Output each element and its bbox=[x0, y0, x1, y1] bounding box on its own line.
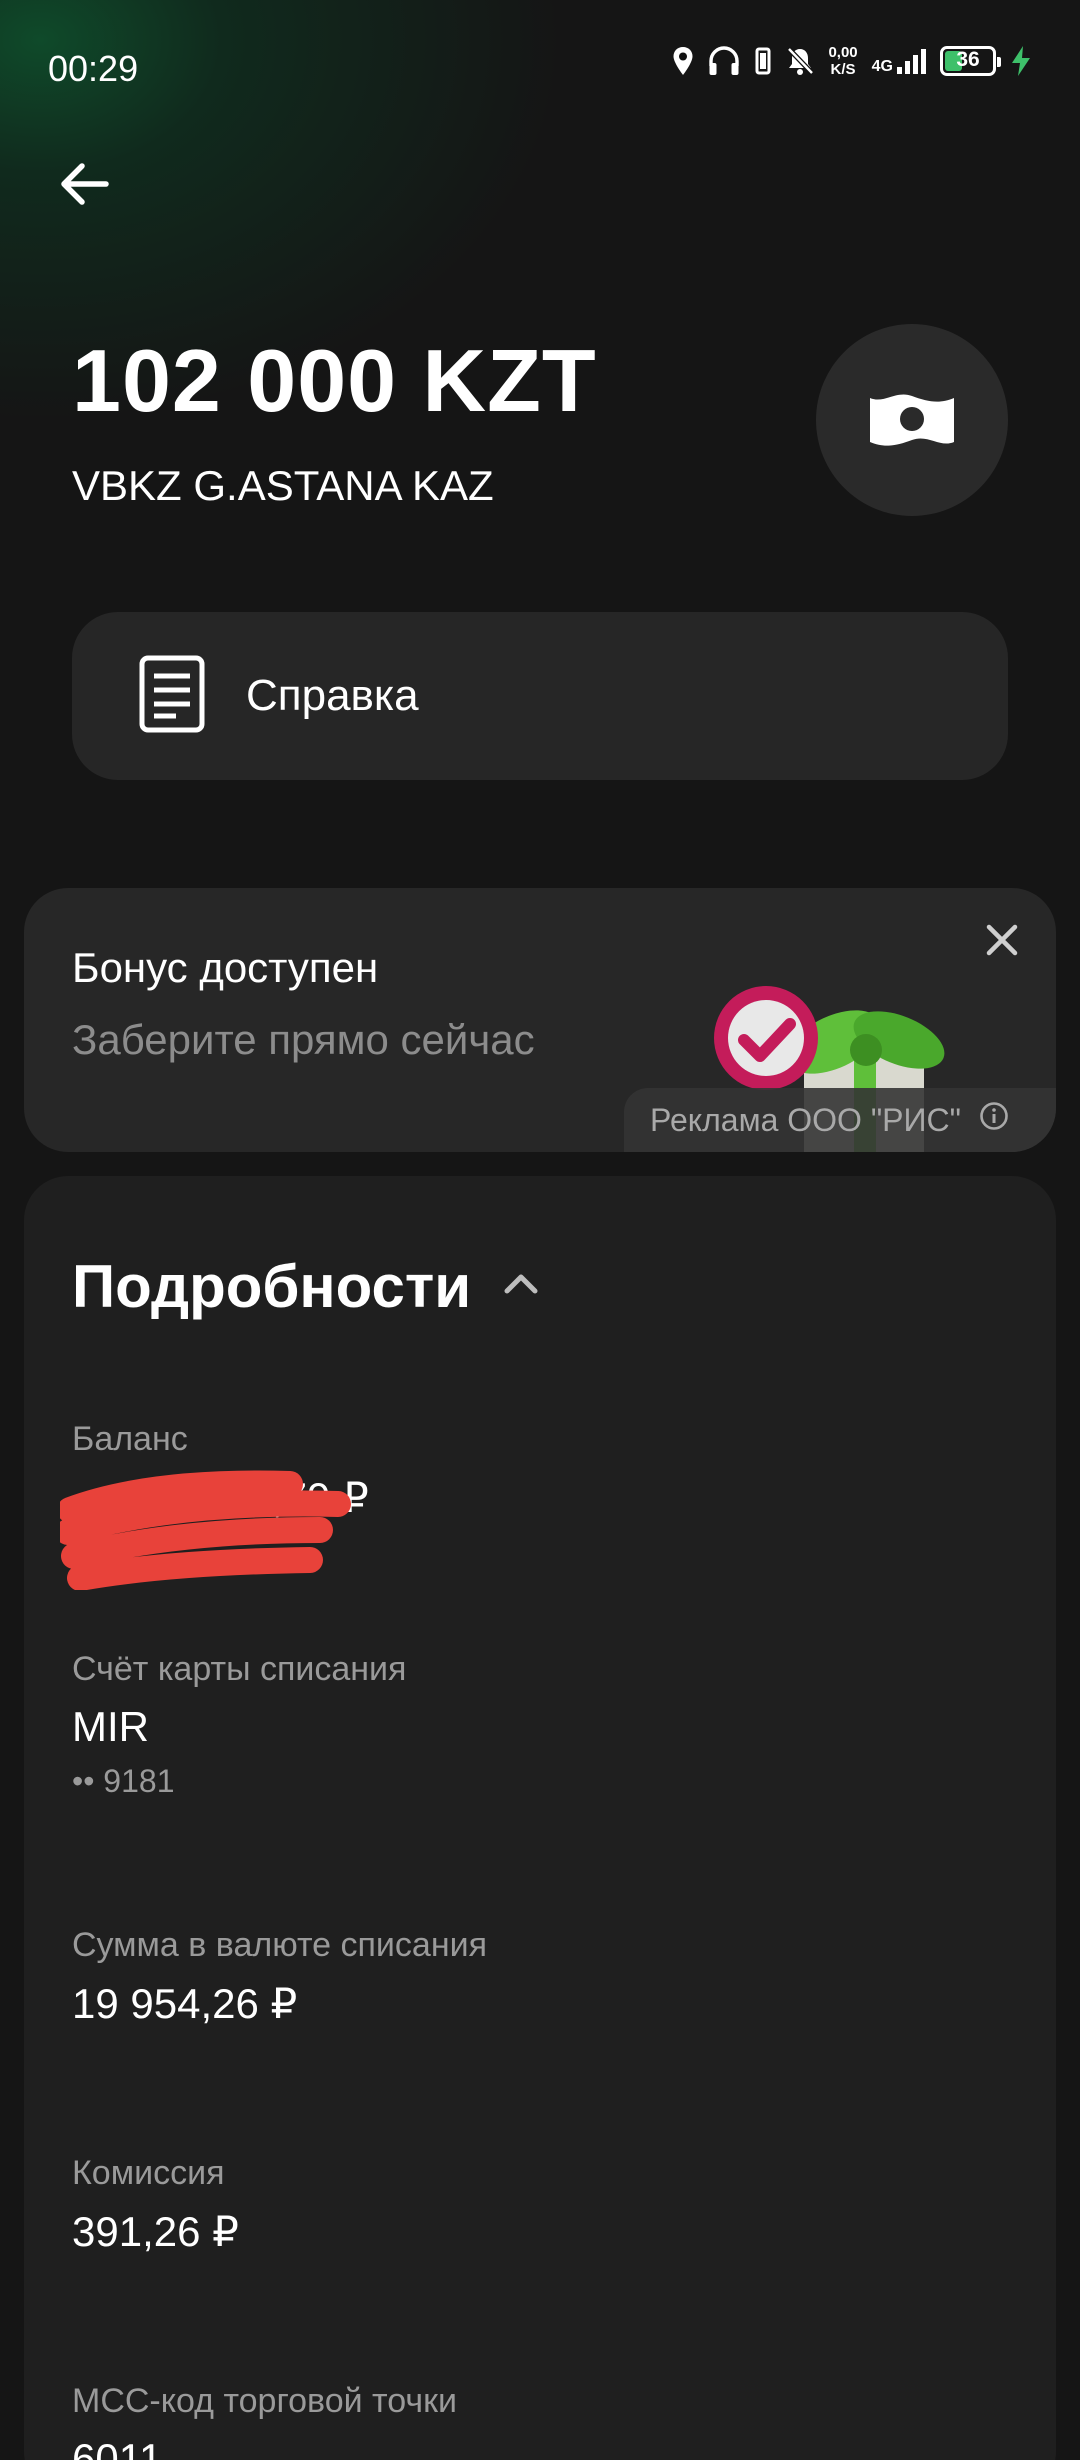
ad-disclaimer-text: Реклама ООО "РИС" bbox=[650, 1101, 961, 1138]
screen: 00:29 0,00 K/S 4G 36 102 000 KZT VBKZ G.… bbox=[0, 0, 1080, 2460]
chevron-up-icon bbox=[503, 1273, 539, 1300]
field-commission: Комиссия 391,26 ₽ bbox=[72, 2154, 239, 2256]
ad-banner[interactable]: Бонус доступен Заберите прямо сейчас Рек… bbox=[24, 888, 1056, 1152]
net-speed-value: 0,00 bbox=[828, 44, 858, 61]
field-value: 391,26 ₽ bbox=[72, 2208, 239, 2255]
vibrate-icon bbox=[754, 46, 772, 76]
transaction-amount: 102 000 KZT bbox=[72, 331, 597, 430]
ad-close-button[interactable] bbox=[974, 914, 1030, 970]
field-debit-amount: Сумма в валюте списания 19 954,26 ₽ bbox=[72, 1926, 487, 2028]
signal-icon bbox=[896, 47, 926, 75]
field-value: 19 954,26 ₽ bbox=[72, 1980, 298, 2027]
bell-off-icon bbox=[786, 46, 815, 76]
close-icon bbox=[986, 924, 1018, 961]
card-number-masked: •• 9181 bbox=[72, 1763, 175, 1799]
location-icon bbox=[672, 46, 694, 76]
arrow-left-icon bbox=[58, 162, 110, 211]
field-label: Баланс bbox=[72, 1420, 188, 1458]
network-type: 4G bbox=[871, 58, 893, 75]
details-card: Подробности Баланс ,79 ₽ Счёт карты спис… bbox=[24, 1176, 1056, 2460]
receipt-button[interactable]: Справка bbox=[72, 612, 1008, 780]
document-icon bbox=[138, 654, 206, 739]
battery-level: 36 bbox=[956, 48, 980, 71]
field-debit-card: Счёт карты списания MIR •• 9181 bbox=[72, 1650, 406, 1800]
status-bar: 00:29 0,00 K/S 4G 36 bbox=[0, 0, 1080, 140]
signal-group: 4G bbox=[872, 47, 926, 75]
field-label: Комиссия bbox=[72, 2154, 225, 2192]
field-label: Сумма в валюте списания bbox=[72, 1926, 488, 1964]
field-value: 6011 bbox=[72, 2435, 163, 2460]
battery-icon: 36 bbox=[940, 46, 1001, 76]
status-time: 00:29 bbox=[48, 48, 139, 89]
back-button[interactable] bbox=[48, 150, 120, 222]
redaction-mark bbox=[55, 1460, 360, 1595]
battery-nub bbox=[997, 57, 1001, 67]
ad-title: Бонус доступен bbox=[72, 944, 379, 991]
field-mcc: MCC-код торговой точки 6011 bbox=[72, 2382, 457, 2460]
charging-icon bbox=[1010, 45, 1032, 77]
ad-subtitle: Заберите прямо сейчас bbox=[72, 1016, 535, 1063]
field-label: MCC-код торговой точки bbox=[72, 2382, 457, 2420]
status-icons: 0,00 K/S 4G 36 bbox=[672, 44, 1032, 78]
field-value: MIR bbox=[72, 1703, 149, 1750]
field-label: Счёт карты списания bbox=[72, 1650, 407, 1688]
merchant-name: VBKZ G.ASTANA KAZ bbox=[72, 462, 494, 509]
ad-disclaimer[interactable]: Реклама ООО "РИС" bbox=[624, 1088, 1056, 1152]
receipt-button-label: Справка bbox=[246, 671, 419, 720]
cash-icon bbox=[866, 386, 958, 455]
info-icon bbox=[979, 1101, 1009, 1139]
field-balance: Баланс ,79 ₽ bbox=[55, 1420, 369, 1591]
category-avatar bbox=[816, 324, 1008, 516]
net-speed-unit: K/S bbox=[830, 61, 856, 78]
net-speed: 0,00 K/S bbox=[828, 44, 857, 78]
details-header[interactable]: Подробности bbox=[72, 1252, 539, 1321]
headphones-icon bbox=[708, 46, 740, 76]
details-title: Подробности bbox=[72, 1253, 472, 1320]
